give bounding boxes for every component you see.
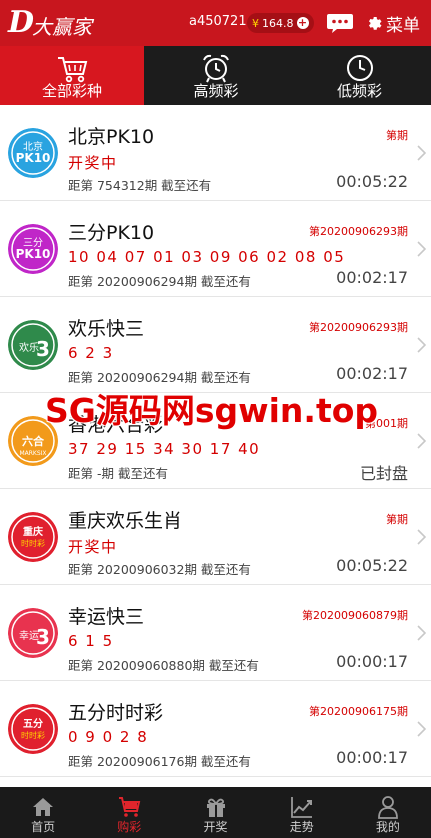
game-name: 重庆欢乐生肖 [68, 510, 183, 532]
lottery-row[interactable]: 欢乐 3 欢乐快三 第20200906293期 6 2 3 距第 20200906… [0, 297, 431, 393]
lottery-row[interactable]: 五分 时时彩 五分时时彩 第20200906175期 0 9 0 2 8 距第 2… [0, 681, 431, 777]
sanfen-pk10-icon: 三分 PK10 [8, 224, 58, 274]
balance-badge[interactable]: ¥ 164.8 + [247, 13, 314, 33]
svg-text:PK10: PK10 [16, 151, 51, 165]
nav-label: 开奖 [203, 820, 228, 834]
svg-text:时时彩: 时时彩 [21, 538, 45, 548]
cart-icon [119, 797, 141, 817]
chongqing-shishicai-icon: 重庆 时时彩 [8, 512, 58, 562]
draw-result: 0 9 0 2 8 [68, 728, 149, 746]
logo-text: 大赢家 [32, 14, 93, 39]
draw-result: 6 2 3 [68, 344, 114, 362]
tab-all-lotteries[interactable]: 全部彩种 [0, 46, 144, 105]
lottery-row[interactable]: 三分 PK10 三分PK10 第20200906293期 10 04 07 01 … [0, 201, 431, 297]
issue-number: 第期 [386, 513, 408, 526]
gear-icon [368, 17, 382, 30]
game-name: 幸运快三 [68, 606, 145, 628]
countdown-label: 距第 202009060880期 截至还有 [68, 658, 259, 673]
lottery-row[interactable]: 幸运 3 幸运快三 第202009060879期 6 1 5 距第 2020090… [0, 585, 431, 681]
svg-text:六合: 六合 [22, 434, 45, 448]
countdown-timer: 00:05:22 [336, 172, 408, 191]
issue-number: 第20200906293期 [309, 225, 408, 238]
svg-text:时时彩: 时时彩 [21, 730, 45, 740]
chevron-right-icon [417, 529, 426, 545]
currency-symbol: ¥ [252, 16, 259, 30]
balance-amount: 164.8 [262, 16, 294, 30]
game-name: 五分时时彩 [68, 702, 164, 724]
issue-number: 第20200906293期 [309, 321, 408, 334]
svg-text:五分: 五分 [23, 717, 43, 730]
countdown-label: 距第 20200906176期 截至还有 [68, 754, 251, 769]
nav-label: 首页 [31, 820, 56, 834]
nav-label: 我的 [375, 820, 400, 834]
nav-buy-lottery[interactable]: 购彩 [86, 787, 172, 838]
svg-text:PK10: PK10 [16, 247, 51, 261]
watermark: SG源码网sgwin.top [45, 391, 379, 430]
countdown-label: 距第 754312期 截至还有 [68, 178, 212, 193]
lottery-list: 北京 PK10 北京PK10 第期 开奖中 距第 754312期 截至还有 00:… [0, 105, 431, 787]
menu-label: 菜单 [386, 15, 420, 36]
countdown-timer: 00:02:17 [336, 364, 408, 383]
svg-text:重庆: 重庆 [23, 525, 43, 538]
draw-result: 开奖中 [68, 538, 118, 556]
beijing-pk10-icon: 北京 PK10 [8, 128, 58, 178]
countdown-timer: 00:00:17 [336, 748, 408, 767]
issue-number: 第期 [386, 129, 408, 142]
draw-result: 37 29 15 34 30 17 40 [68, 440, 261, 458]
trend-chart-icon [290, 797, 312, 818]
lottery-row[interactable]: 北京 PK10 北京PK10 第期 开奖中 距第 754312期 截至还有 00:… [0, 105, 431, 201]
gift-icon [206, 798, 225, 817]
countdown-timer: 00:00:17 [336, 652, 408, 671]
wufen-shishicai-icon: 五分 时时彩 [8, 704, 58, 754]
countdown-label: 距第 20200906032期 截至还有 [68, 562, 251, 577]
category-tabs: 全部彩种 高频彩 低频彩 [0, 46, 431, 105]
nav-trend[interactable]: 走势 [259, 787, 345, 838]
countdown-timer: 00:05:22 [336, 556, 408, 575]
account-name: a450721 [189, 14, 247, 29]
tab-high-frequency[interactable]: 高频彩 [144, 46, 288, 105]
plus-icon[interactable]: + [296, 17, 309, 29]
top-header: D 大赢家 a450721 ¥ 164.8 + 菜单 [0, 0, 431, 46]
tab-low-frequency[interactable]: 低频彩 [288, 46, 431, 105]
svg-text:3: 3 [36, 625, 50, 649]
countdown-label: 距第 -期 截至还有 [68, 466, 168, 481]
chat-icon[interactable] [326, 12, 354, 34]
xingyun-kuaisan-icon: 幸运 3 [8, 608, 58, 658]
bottom-nav: 首页 购彩 开奖 走势 我的 [0, 787, 431, 838]
logo-letter: D [8, 5, 35, 40]
tab-label: 全部彩种 [41, 82, 102, 100]
nav-label: 走势 [289, 820, 314, 834]
countdown-timer: 已封盘 [359, 464, 408, 483]
home-icon [33, 798, 54, 816]
game-name: 三分PK10 [68, 222, 155, 244]
draw-result: 开奖中 [68, 154, 118, 172]
game-name: 北京PK10 [68, 126, 155, 148]
chevron-right-icon [417, 625, 426, 641]
countdown-label: 距第 20200906294期 截至还有 [68, 274, 251, 289]
nav-profile[interactable]: 我的 [345, 787, 431, 838]
app-logo[interactable]: D 大赢家 [8, 6, 92, 40]
issue-number: 第20200906175期 [309, 705, 408, 718]
nav-draw-results[interactable]: 开奖 [172, 787, 258, 838]
chevron-right-icon [417, 433, 426, 449]
nav-home[interactable]: 首页 [0, 787, 86, 838]
svg-text:MARKSIX: MARKSIX [19, 450, 46, 457]
countdown-timer: 00:02:17 [336, 268, 408, 287]
chevron-right-icon [417, 721, 426, 737]
chevron-right-icon [417, 337, 426, 353]
lottery-row[interactable]: 重庆 时时彩 重庆欢乐生肖 第期 开奖中 距第 20200906032期 截至还有… [0, 489, 431, 585]
tab-label: 高频彩 [193, 82, 239, 100]
menu-button[interactable]: 菜单 [364, 11, 420, 36]
game-name: 欢乐快三 [68, 318, 145, 340]
issue-number: 第202009060879期 [302, 609, 408, 622]
huanle-kuaisan-icon: 欢乐 3 [8, 320, 58, 370]
draw-result: 6 1 5 [68, 632, 114, 650]
chevron-right-icon [417, 145, 426, 161]
tab-label: 低频彩 [336, 82, 382, 100]
nav-label: 购彩 [117, 820, 142, 834]
draw-result: 10 04 07 01 03 09 06 02 08 05 [68, 248, 346, 266]
svg-text:3: 3 [36, 337, 50, 361]
chevron-right-icon [417, 241, 426, 257]
user-icon [378, 796, 398, 819]
